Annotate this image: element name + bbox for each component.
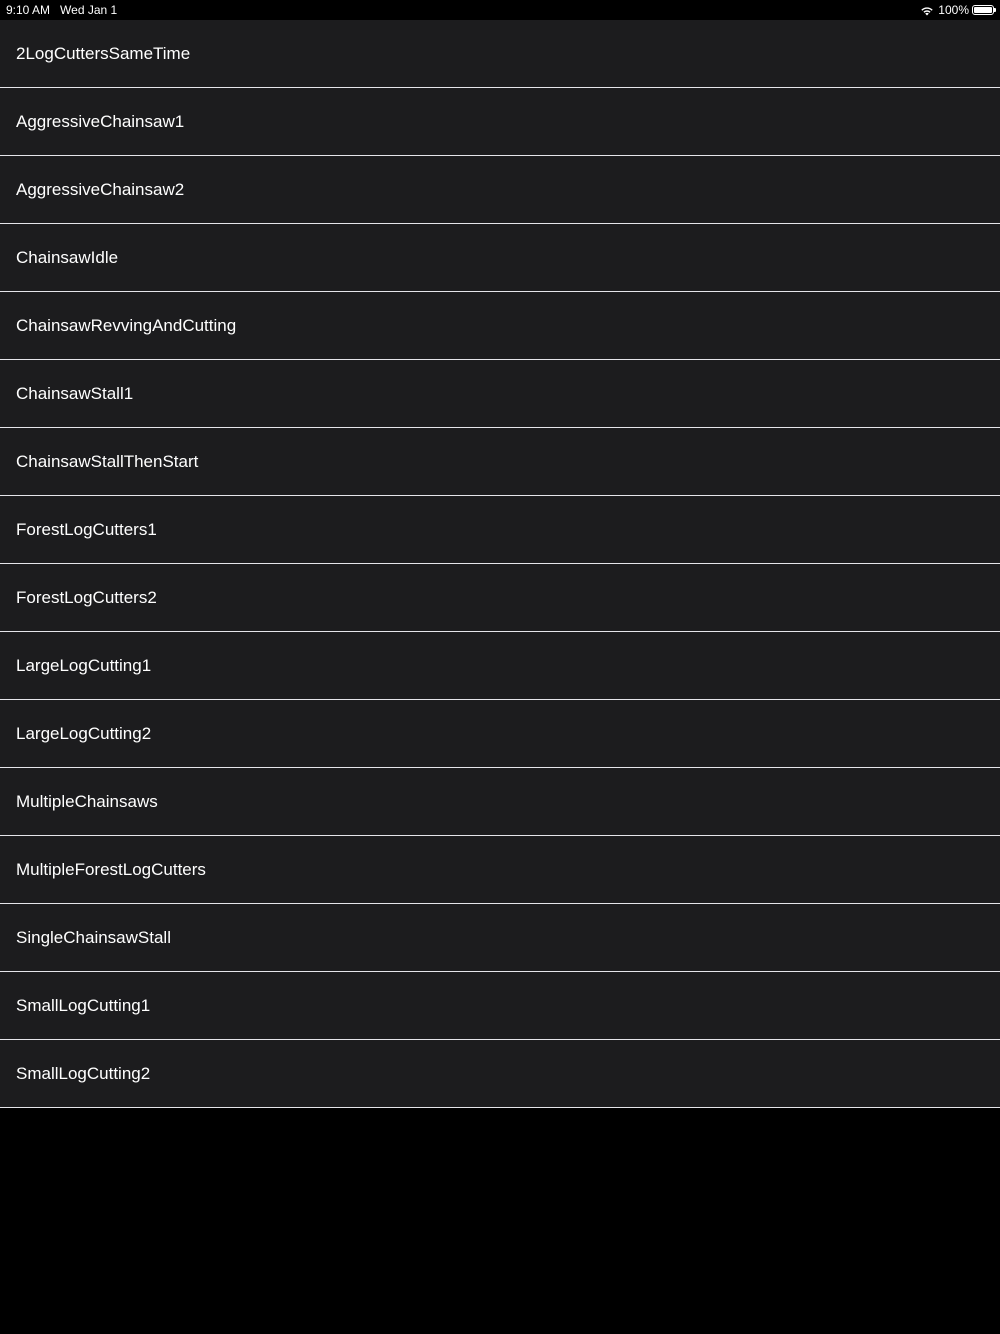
list-item[interactable]: ChainsawStall1 — [0, 360, 1000, 428]
list-item-label: ChainsawRevvingAndCutting — [16, 315, 237, 335]
list-item-label: SingleChainsawStall — [16, 927, 171, 947]
list-item[interactable]: ForestLogCutters1 — [0, 496, 1000, 564]
wifi-icon — [921, 6, 933, 15]
list-item-label: LargeLogCutting2 — [16, 723, 152, 743]
list-item[interactable]: LargeLogCutting2 — [0, 700, 1000, 768]
list-item-label: ForestLogCutters2 — [16, 587, 157, 607]
list-item-label: ChainsawIdle — [16, 247, 119, 267]
status-time-date: 9:10 AM Wed Jan 1 — [6, 0, 117, 20]
list-item-label: MultipleChainsaws — [16, 791, 158, 811]
list-item[interactable]: SmallLogCutting1 — [0, 972, 1000, 1040]
list-item[interactable]: 2LogCuttersSameTime — [0, 20, 1000, 88]
sound-list: 2LogCuttersSameTime AggressiveChainsaw1 … — [0, 20, 1000, 1108]
battery-icon — [972, 5, 996, 15]
list-item-label: 2LogCuttersSameTime — [16, 43, 191, 63]
list-item[interactable]: MultipleForestLogCutters — [0, 836, 1000, 904]
status-date: Wed Jan 1 — [60, 3, 118, 17]
list-item[interactable]: MultipleChainsaws — [0, 768, 1000, 836]
list-item[interactable]: ChainsawStallThenStart — [0, 428, 1000, 496]
list-item-label: AggressiveChainsaw2 — [16, 179, 185, 199]
list-item-label: ForestLogCutters1 — [16, 519, 157, 539]
list-item[interactable]: SingleChainsawStall — [0, 904, 1000, 972]
battery-percent: 100% — [938, 3, 969, 17]
list-item[interactable]: ChainsawIdle — [0, 224, 1000, 292]
battery-fill — [974, 7, 992, 13]
list-item[interactable]: ForestLogCutters2 — [0, 564, 1000, 632]
list-item-label: SmallLogCutting2 — [16, 1063, 151, 1083]
list-item-label: LargeLogCutting1 — [16, 655, 152, 675]
list-item[interactable]: AggressiveChainsaw2 — [0, 156, 1000, 224]
list-item-label: AggressiveChainsaw1 — [16, 111, 185, 131]
list-item-label: MultipleForestLogCutters — [16, 859, 206, 879]
list-item-label: SmallLogCutting1 — [16, 995, 151, 1015]
list-item[interactable]: LargeLogCutting1 — [0, 632, 1000, 700]
list-item-label: ChainsawStallThenStart — [16, 451, 199, 471]
list-item-label: ChainsawStall1 — [16, 383, 134, 403]
status-bar: 9:10 AM Wed Jan 1 100% — [0, 0, 1000, 20]
status-time: 9:10 AM — [6, 3, 51, 17]
list-item[interactable]: ChainsawRevvingAndCutting — [0, 292, 1000, 360]
list-item[interactable]: AggressiveChainsaw1 — [0, 88, 1000, 156]
status-indicators: 100% — [920, 0, 996, 20]
list-item[interactable]: SmallLogCutting2 — [0, 1040, 1000, 1108]
